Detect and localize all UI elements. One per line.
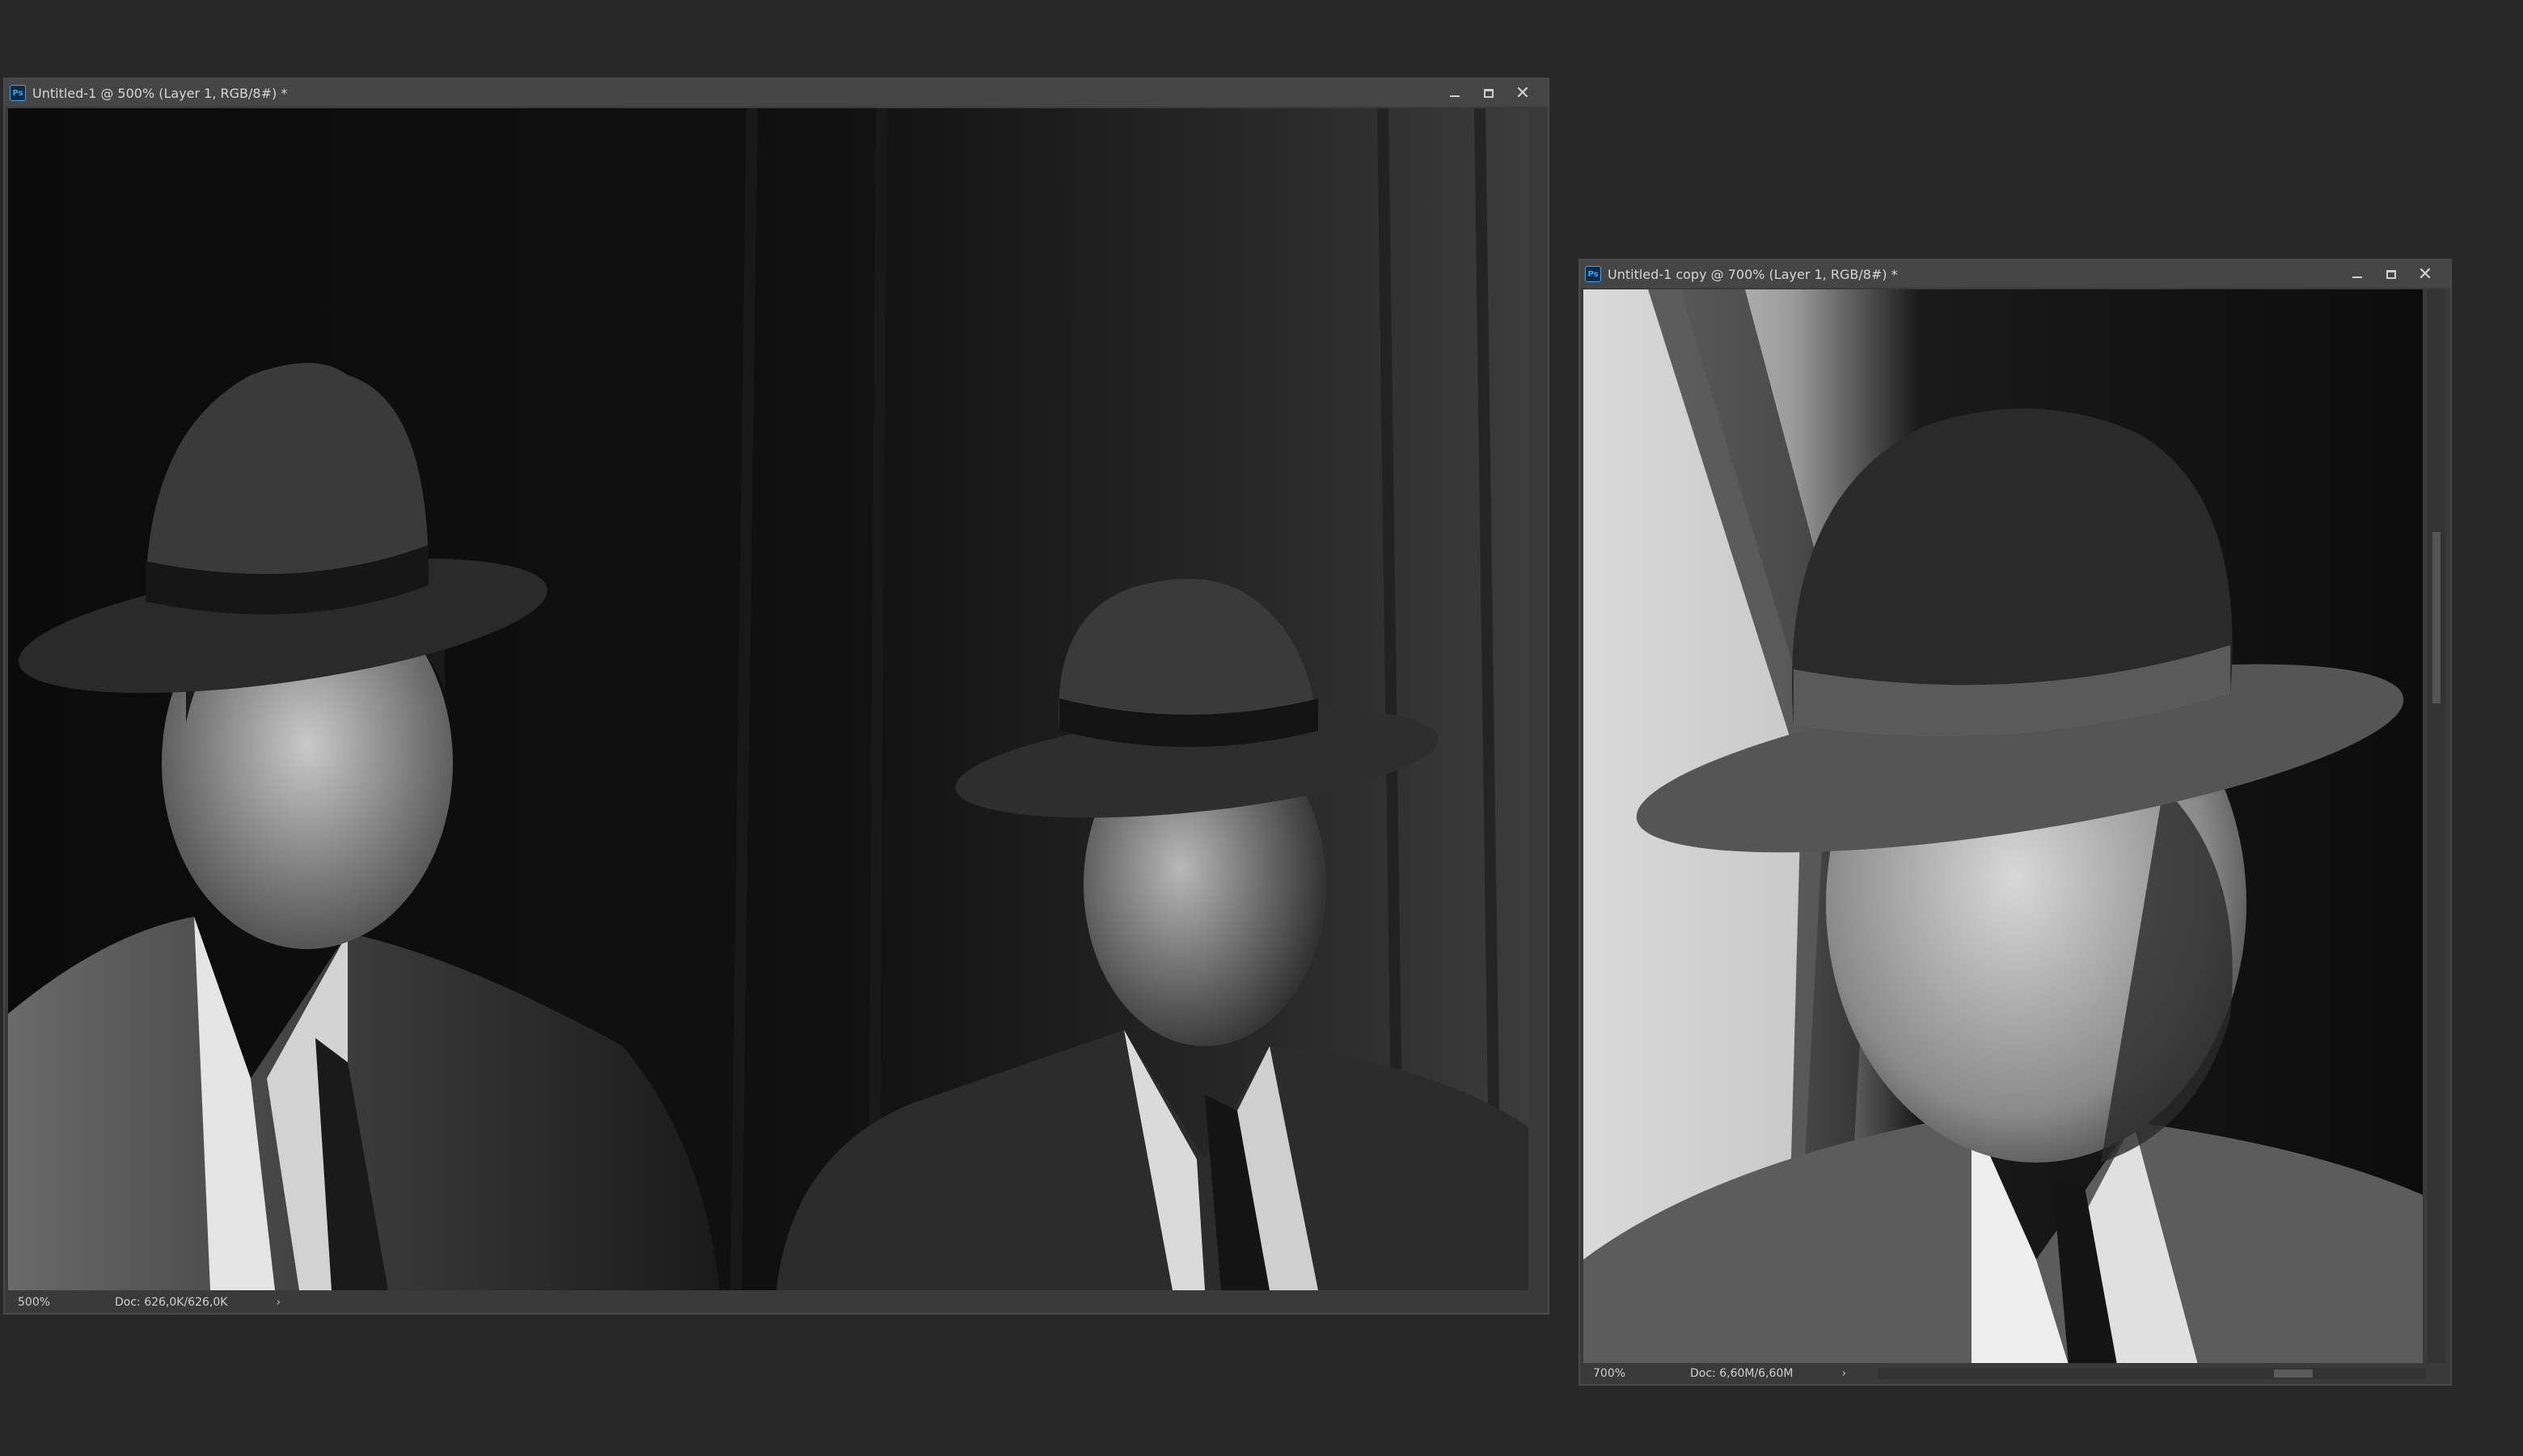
close-button[interactable]: ✕: [1506, 79, 1540, 107]
photoshop-icon: Ps: [10, 85, 26, 101]
status-menu-arrow-icon[interactable]: ›: [276, 1296, 281, 1309]
vertical-scrollbar[interactable]: [2428, 289, 2445, 1365]
maximize-button[interactable]: [2374, 260, 2408, 288]
document-info: Doc: 6,60M/6,60M: [1690, 1367, 1794, 1380]
close-icon: ✕: [1515, 82, 1531, 103]
zoom-level-field[interactable]: 700%: [1580, 1367, 1658, 1380]
maximize-button[interactable]: [1472, 79, 1506, 107]
horizontal-scrollbar[interactable]: [1878, 1368, 2426, 1379]
document-window-untitled-1-copy[interactable]: Ps Untitled-1 copy @ 700% (Layer 1, RGB/…: [1578, 259, 2452, 1386]
window-title: Untitled-1 copy @ 700% (Layer 1, RGB/8#)…: [1608, 266, 1898, 282]
minimize-icon: [2352, 276, 2362, 278]
maximize-icon: [1484, 88, 1494, 98]
document-canvas[interactable]: [8, 108, 1528, 1290]
document-canvas[interactable]: [1583, 289, 2423, 1365]
canvas-image: [1583, 289, 2423, 1365]
horizontal-scroll-thumb[interactable]: [2274, 1369, 2313, 1378]
window-titlebar[interactable]: Ps Untitled-1 @ 500% (Layer 1, RGB/8#) *…: [5, 79, 1548, 107]
window-titlebar[interactable]: Ps Untitled-1 copy @ 700% (Layer 1, RGB/…: [1580, 260, 2450, 288]
status-bar: 500% Doc: 626,0K/626,0K ›: [5, 1292, 1548, 1313]
close-icon: ✕: [2417, 264, 2433, 285]
minimize-button[interactable]: [1438, 79, 1472, 107]
minimize-icon: [1450, 95, 1460, 97]
window-title: Untitled-1 @ 500% (Layer 1, RGB/8#) *: [32, 85, 288, 101]
vertical-scroll-thumb[interactable]: [2432, 532, 2441, 703]
zoom-level-field[interactable]: 500%: [5, 1296, 82, 1309]
minimize-button[interactable]: [2340, 260, 2374, 288]
close-button[interactable]: ✕: [2408, 260, 2442, 288]
maximize-icon: [2386, 269, 2396, 279]
photoshop-icon: Ps: [1585, 266, 1601, 282]
window-controls: ✕: [2340, 260, 2450, 288]
document-info: Doc: 626,0K/626,0K: [115, 1296, 228, 1309]
document-window-untitled-1[interactable]: Ps Untitled-1 @ 500% (Layer 1, RGB/8#) *…: [3, 78, 1549, 1315]
canvas-image: [8, 108, 1528, 1290]
window-controls: ✕: [1438, 79, 1548, 107]
status-menu-arrow-icon[interactable]: ›: [1841, 1367, 1846, 1380]
